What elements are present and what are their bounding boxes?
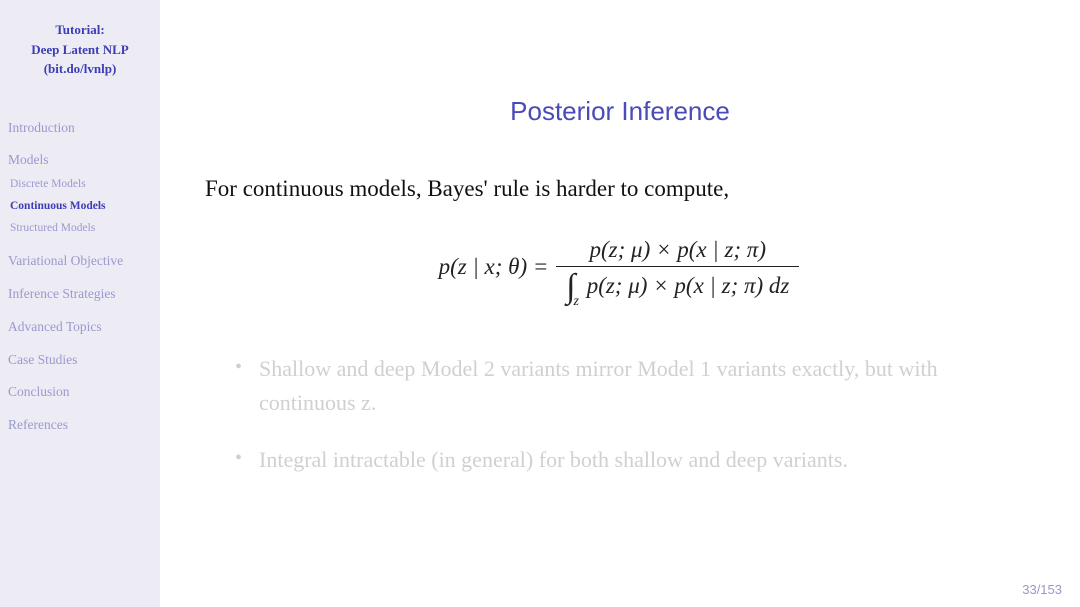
lead-text: For continuous models, Bayes' rule is ha… <box>205 173 1035 205</box>
main-slide: Posterior Inference For continuous model… <box>160 0 1080 607</box>
nav-sub-structured[interactable]: Structured Models <box>10 220 152 236</box>
nav-sub-continuous[interactable]: Continuous Models <box>10 198 152 214</box>
dimmed-bullets: Shallow and deep Model 2 variants mirror… <box>205 352 1035 476</box>
eq-numerator: p(z; μ) × p(x | z; π) <box>556 235 799 267</box>
title-line3: (bit.do/lvnlp) <box>8 59 152 79</box>
nav-models[interactable]: Models <box>8 151 152 170</box>
eq-den-expr: p(z; μ) × p(x | z; π) dz <box>587 273 790 298</box>
title-line1: Tutorial: <box>8 20 152 40</box>
eq-lhs: p(z | x; θ) = <box>439 254 549 279</box>
title-line2: Deep Latent NLP <box>8 40 152 60</box>
bullet-1: Shallow and deep Model 2 variants mirror… <box>235 352 1035 420</box>
nav-inference[interactable]: Inference Strategies <box>8 284 152 304</box>
sidebar-title: Tutorial: Deep Latent NLP (bit.do/lvnlp) <box>8 20 152 79</box>
nav-advanced[interactable]: Advanced Topics <box>8 318 152 337</box>
eq-denominator: ∫z p(z; μ) × p(x | z; π) dz <box>556 267 799 302</box>
equation: p(z | x; θ) = p(z; μ) × p(x | z; π) ∫z p… <box>205 235 1035 302</box>
slide-title: Posterior Inference <box>205 96 1035 127</box>
nav-case-studies[interactable]: Case Studies <box>8 351 152 370</box>
nav-references[interactable]: References <box>8 416 152 435</box>
nav-variational[interactable]: Variational Objective <box>8 251 152 271</box>
nav-conclusion[interactable]: Conclusion <box>8 383 152 402</box>
integral-sub: z <box>573 294 578 309</box>
eq-fraction: p(z; μ) × p(x | z; π) ∫z p(z; μ) × p(x |… <box>556 235 799 302</box>
nav-introduction[interactable]: Introduction <box>8 119 152 138</box>
nav-sub-discrete[interactable]: Discrete Models <box>10 176 152 192</box>
page-number: 33/153 <box>1022 582 1062 597</box>
bullet-2: Integral intractable (in general) for bo… <box>235 443 1035 477</box>
sidebar: Tutorial: Deep Latent NLP (bit.do/lvnlp)… <box>0 0 160 607</box>
